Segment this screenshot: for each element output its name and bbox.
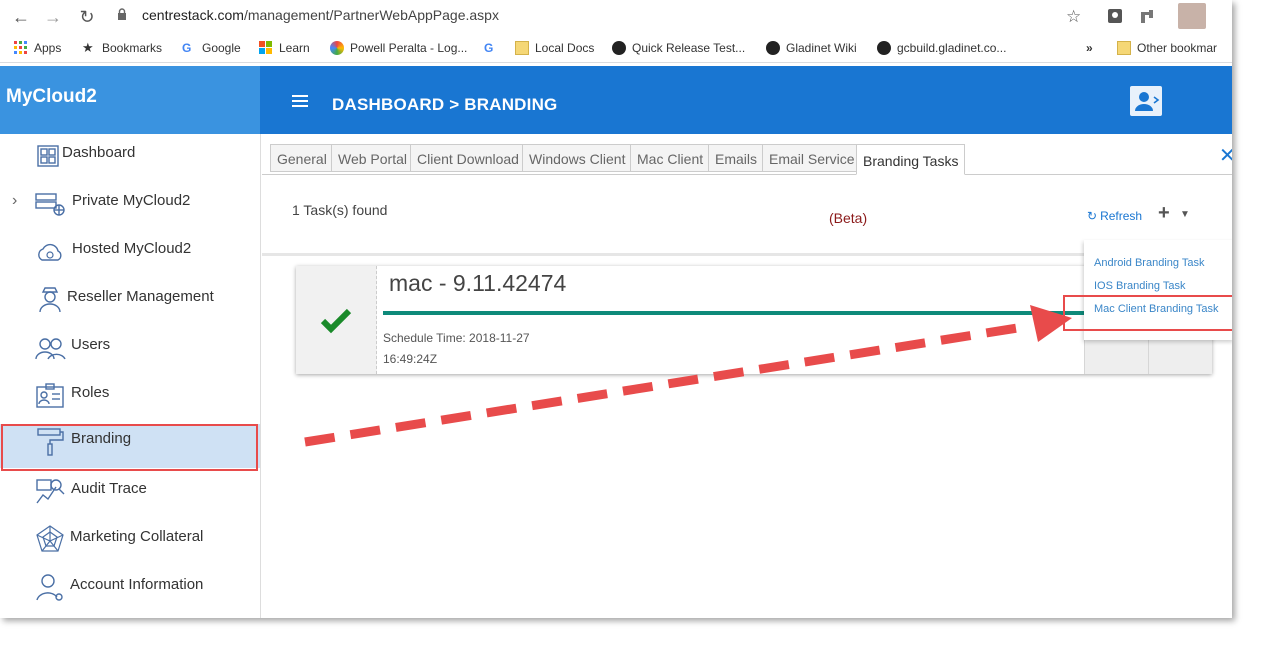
screenshot-frame: ← → ↻ centrestack.com/management/Partner… [0, 0, 1232, 618]
annotation-arrow [304, 305, 1072, 447]
annotation-arrow-head [1030, 305, 1072, 342]
annotation-arrow-line [304, 321, 1031, 447]
